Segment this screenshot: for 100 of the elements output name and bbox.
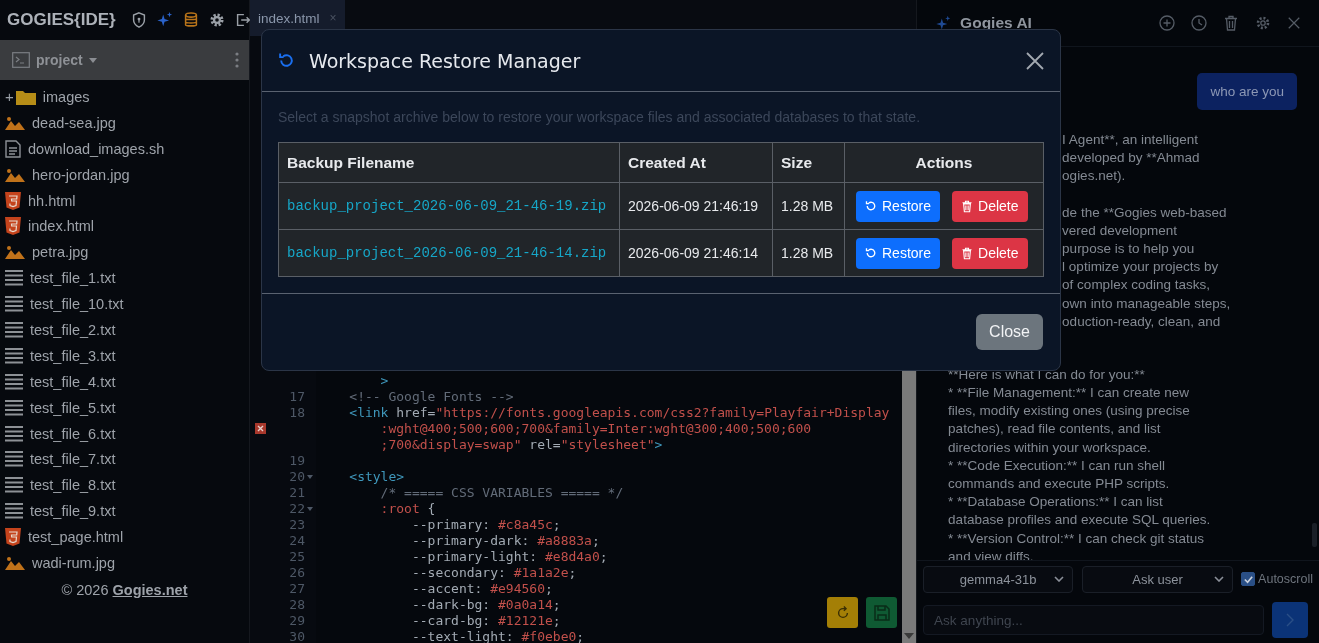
- trash-icon: [961, 199, 974, 213]
- file-item[interactable]: test_file_3.txt: [30, 347, 116, 364]
- reload-button[interactable]: [827, 597, 858, 628]
- text-file-icon: [5, 373, 23, 390]
- terminal-icon: [12, 52, 30, 68]
- chevron-down-icon: [1214, 576, 1225, 582]
- line-number: 24: [289, 533, 305, 549]
- text-file-icon: [5, 347, 23, 364]
- file-item[interactable]: test_file_5.txt: [30, 399, 116, 416]
- restore-button[interactable]: Restore: [856, 237, 941, 269]
- file-item[interactable]: test_file_9.txt: [30, 503, 116, 520]
- text-file-icon: [5, 425, 23, 442]
- assistant-message: I Agent**, an intelligent developed by **Ahmad ogies.net).: [1062, 131, 1201, 186]
- code-line: --card-bg: #12121e;: [410, 613, 561, 629]
- restore-button[interactable]: Restore: [856, 190, 941, 222]
- code-line: /* ===== CSS VARIABLES ===== */: [379, 485, 624, 501]
- history-icon[interactable]: [1191, 15, 1207, 31]
- file-item[interactable]: test_file_7.txt: [30, 451, 116, 468]
- line-number: 28: [289, 597, 305, 613]
- file-item[interactable]: download_images.sh: [28, 140, 165, 157]
- file-item[interactable]: hh.html: [28, 192, 76, 209]
- image-icon: [5, 555, 25, 570]
- line-number: 21: [289, 485, 305, 501]
- trash-icon[interactable]: [1223, 15, 1239, 31]
- image-icon: [5, 115, 25, 130]
- mode-select[interactable]: Ask user: [1082, 565, 1234, 593]
- file-item[interactable]: index.html: [28, 218, 95, 235]
- table-cell: 1.28 MB: [772, 182, 845, 230]
- text-file-icon: [5, 321, 23, 338]
- scroll-down-icon[interactable]: [904, 633, 915, 639]
- text-file-icon: [5, 270, 23, 287]
- folder-icon: [15, 88, 36, 105]
- html-file-icon: [5, 217, 21, 236]
- trash-icon: [961, 246, 974, 260]
- floppy-icon: [873, 604, 890, 621]
- file-item[interactable]: test_page.html: [28, 529, 124, 546]
- settings-icon[interactable]: [207, 11, 226, 29]
- expand-toggle[interactable]: +: [5, 88, 14, 106]
- html-file-icon: [5, 191, 21, 210]
- line-number: 27: [289, 581, 305, 597]
- checkbox-label: Autoscroll: [1258, 572, 1313, 586]
- text-file-icon: [5, 451, 23, 468]
- close-icon[interactable]: [1026, 51, 1044, 70]
- fold-caret-icon[interactable]: [307, 507, 313, 511]
- file-item[interactable]: test_file_10.txt: [30, 296, 124, 313]
- code-line: :root {: [379, 501, 436, 517]
- line-number: 29: [289, 613, 305, 629]
- message-input[interactable]: Ask anything...: [923, 605, 1265, 635]
- close-button[interactable]: Close: [976, 314, 1043, 350]
- file-item[interactable]: test_file_4.txt: [30, 373, 116, 390]
- panel-title: Gogies AI: [960, 14, 1032, 32]
- chevron-down-icon: [1054, 576, 1065, 582]
- fold-caret-icon[interactable]: [307, 475, 313, 479]
- file-item[interactable]: test_file_8.txt: [30, 477, 116, 494]
- file-item[interactable]: images: [42, 88, 90, 105]
- line-number: 20: [289, 469, 305, 485]
- line-number: 30: [289, 629, 305, 643]
- website-link[interactable]: Gogies.net: [112, 581, 188, 598]
- code-line: <!-- Google Fonts -->: [348, 389, 514, 405]
- code-line: --primary: #c8a45c;: [410, 517, 561, 533]
- text-file-icon: [5, 503, 23, 520]
- line-number: 26: [289, 565, 305, 581]
- delete-button[interactable]: Delete: [952, 237, 1028, 269]
- file-item[interactable]: test_file_2.txt: [30, 321, 116, 338]
- refresh-icon: [278, 52, 295, 69]
- line-number: 23: [289, 517, 305, 533]
- code-line: --text-light: #f0ebe0;: [410, 629, 585, 643]
- checkbox[interactable]: [1241, 572, 1256, 586]
- filename-cell: backup_project_2026-06-09_21-46-19.zip: [278, 182, 620, 230]
- line-number: 17: [289, 389, 305, 405]
- dialog-title: Workspace Restore Manager: [309, 49, 581, 72]
- code-line: >: [379, 373, 389, 389]
- code-line: --accent: #e94560;: [410, 581, 553, 597]
- file-item[interactable]: dead-sea.jpg: [32, 114, 116, 131]
- copyright-text: © 2026 Gogies.net: [60, 581, 189, 598]
- caret-icon[interactable]: [88, 57, 97, 63]
- column-header: Backup Filename: [278, 142, 620, 183]
- file-item[interactable]: test_file_1.txt: [30, 270, 116, 287]
- more-icon[interactable]: [235, 52, 239, 68]
- scrollbar-thumb[interactable]: [1312, 523, 1317, 547]
- column-header: Actions: [844, 142, 1044, 183]
- code-line: --primary-light: #e8d4a0;: [410, 549, 608, 565]
- image-icon: [5, 167, 25, 182]
- project-selector[interactable]: project: [36, 52, 83, 68]
- text-file-icon: [5, 399, 23, 416]
- add-icon[interactable]: [1159, 15, 1175, 31]
- file-item[interactable]: test_file_6.txt: [30, 425, 116, 442]
- code-line: <style>: [348, 469, 405, 485]
- delete-button[interactable]: Delete: [952, 190, 1028, 222]
- file-item[interactable]: wadi-rum.jpg: [32, 554, 115, 571]
- file-item[interactable]: hero-jordan.jpg: [32, 166, 130, 183]
- send-button[interactable]: [1272, 602, 1309, 638]
- refresh-icon: [835, 605, 850, 620]
- line-number: 25: [289, 549, 305, 565]
- model-select[interactable]: gemma4-31b: [923, 565, 1074, 593]
- code-line: ;700&display=swap" rel="stylesheet">: [379, 437, 663, 453]
- file-item[interactable]: petra.jpg: [32, 244, 89, 261]
- save-button[interactable]: [866, 597, 897, 628]
- user-message: who are you: [1197, 73, 1297, 110]
- line-number: 22: [289, 501, 305, 517]
